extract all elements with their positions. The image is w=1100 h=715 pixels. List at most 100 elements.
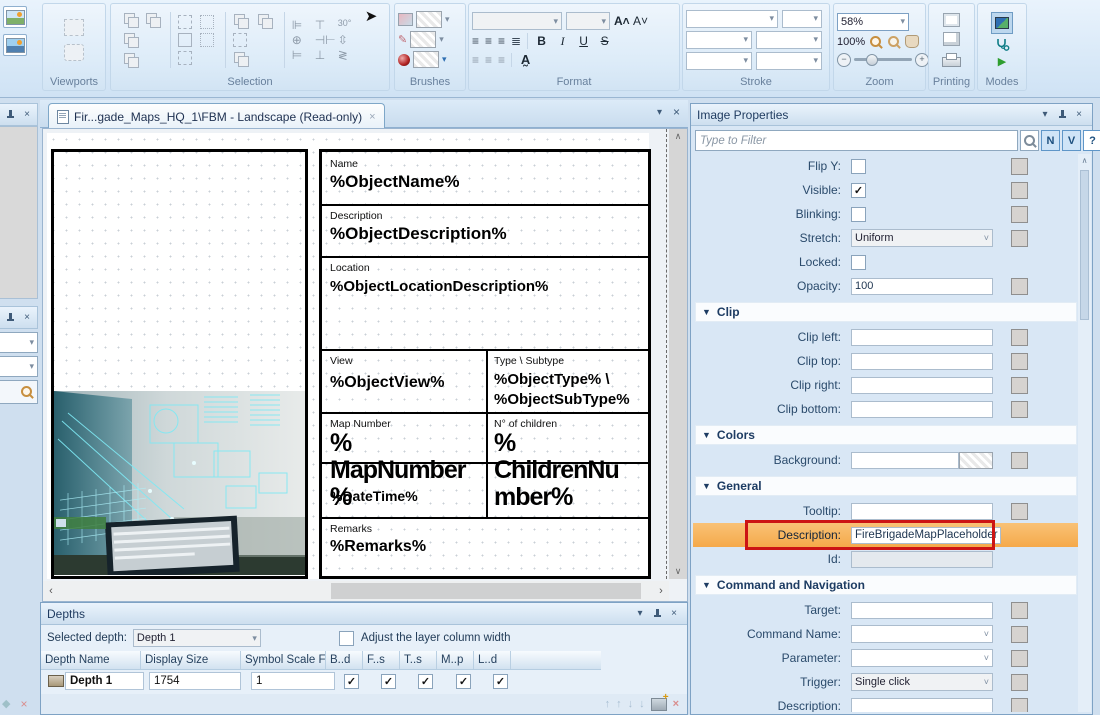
zoom-out-button[interactable]: − (837, 53, 851, 67)
tab-close-icon[interactable]: × (369, 111, 375, 123)
depth-check-1[interactable] (344, 674, 359, 689)
distribute-h-icon[interactable]: ≷ (338, 49, 358, 61)
move-top-icon[interactable]: ↑ (605, 698, 611, 710)
flip-y-checkbox[interactable] (851, 159, 866, 174)
trigger-select[interactable]: Single click˅ (851, 673, 993, 691)
select-touching-icon[interactable] (200, 15, 214, 29)
col-l-d[interactable]: L..d (474, 651, 511, 669)
insert-photo-button[interactable] (3, 34, 27, 56)
stretch-select[interactable]: Uniform˅ (851, 229, 993, 247)
target-detail-button[interactable] (1011, 602, 1028, 619)
filter-v-button[interactable]: V (1062, 130, 1081, 151)
depth-check-5[interactable] (493, 674, 508, 689)
align-center-icon[interactable]: ⊕ (292, 34, 312, 46)
properties-scrollbar[interactable]: ∧ (1078, 154, 1091, 712)
col-m-p[interactable]: M..p (437, 651, 474, 669)
left-panel-1-close-button[interactable]: × (20, 108, 34, 122)
cmd-description-detail-button[interactable] (1011, 698, 1028, 713)
stretch-detail-button[interactable] (1011, 230, 1028, 247)
regroup-icon[interactable] (233, 33, 247, 47)
col-t-s[interactable]: T..s (400, 651, 437, 669)
stroke-brush-swatch[interactable] (410, 31, 436, 48)
print-icon[interactable] (942, 57, 961, 67)
depths-close-button[interactable]: × (667, 607, 681, 621)
drawing-canvas[interactable]: Name %ObjectName% Description %ObjectDes… (42, 128, 688, 602)
horizontal-scroll-thumb[interactable] (331, 583, 641, 599)
blinking-checkbox[interactable] (851, 207, 866, 222)
adjust-column-width-checkbox[interactable] (339, 631, 354, 646)
align-middle-icon[interactable]: ⊣⊢ (315, 34, 335, 46)
flip-y-detail-button[interactable] (1011, 158, 1028, 175)
clip-bottom-input[interactable] (851, 401, 993, 418)
insert-image-button[interactable] (3, 6, 27, 28)
ungroup-icon[interactable] (257, 13, 273, 29)
font-size-select[interactable]: ▾ (566, 12, 610, 30)
distribute-v-icon[interactable]: ⇳ (338, 34, 358, 46)
document-close-button[interactable]: × (673, 105, 680, 119)
depths-pin-button[interactable] (650, 607, 664, 621)
left-panel-2-combo-2[interactable]: ▾ (0, 356, 38, 377)
col-symbol-scale-factor[interactable]: Symbol Scale Factor (241, 651, 326, 669)
clip-top-input[interactable] (851, 353, 993, 370)
print-preview-icon[interactable] (943, 32, 960, 46)
left-panel-2-close-button[interactable]: × (20, 311, 34, 325)
gradient-brush-dropdown-icon[interactable]: ▾ (442, 54, 447, 65)
pointer-select-icon[interactable]: ➤ (365, 7, 378, 25)
scroll-right-icon[interactable]: › (653, 585, 669, 597)
stroke-brush-icon[interactable]: ✎ (398, 33, 407, 46)
invert-selection-icon[interactable] (178, 51, 192, 65)
cmd-description-input[interactable] (851, 698, 993, 713)
align-text-right-icon[interactable]: ≡ (498, 35, 505, 47)
tooltip-detail-button[interactable] (1011, 503, 1028, 520)
stroke-brush-dropdown-icon[interactable]: ▾ (439, 34, 444, 45)
stroke-join-select[interactable]: ▾ (756, 31, 822, 49)
align-right-icon[interactable]: ⊨ (292, 49, 312, 61)
align-left-icon[interactable]: ⊫ (292, 19, 312, 31)
edit-mode-button[interactable] (991, 12, 1013, 34)
target-input[interactable] (851, 602, 993, 619)
zoom-in-button[interactable]: + (915, 53, 929, 67)
viewport-add-icon[interactable] (64, 19, 84, 36)
description-input[interactable]: FireBrigadeMapPlaceholder (851, 527, 1001, 544)
add-depth-icon[interactable] (651, 698, 667, 711)
vertical-align-top-icon[interactable]: ≡ (472, 54, 479, 66)
locked-checkbox[interactable] (851, 255, 866, 270)
rotate-30-icon[interactable]: 30° (338, 19, 358, 31)
move-down-icon[interactable]: ↓ (628, 698, 634, 710)
font-family-select[interactable]: ▾ (472, 12, 562, 30)
depth-display-size-cell[interactable]: 1754 (149, 672, 241, 690)
depths-menu-icon[interactable]: ▾ (633, 607, 647, 621)
blinking-detail-button[interactable] (1011, 206, 1028, 223)
flatten-icon[interactable] (233, 51, 249, 67)
left-panel-2-pin-button[interactable] (3, 311, 17, 325)
gradient-brush-swatch[interactable] (413, 51, 439, 68)
parameter-detail-button[interactable] (1011, 650, 1028, 667)
visible-detail-button[interactable] (1011, 182, 1028, 199)
canvas-vertical-scrollbar[interactable]: ∧ ∨ (669, 129, 687, 579)
document-tab[interactable]: Fir...gade_Maps_HQ_1\FBM - Landscape (Re… (48, 103, 385, 129)
tab-list-dropdown-icon[interactable]: ▾ (657, 107, 662, 118)
left-panel-1-pin-button[interactable] (3, 108, 17, 122)
section-command-navigation[interactable]: ▼Command and Navigation (695, 575, 1077, 595)
bring-to-front-icon[interactable] (123, 32, 139, 48)
dock-close-icon[interactable]: × (20, 697, 27, 711)
bring-forward-icon[interactable] (123, 12, 139, 28)
col-b-d[interactable]: B..d (326, 651, 363, 669)
clip-bottom-detail-button[interactable] (1011, 401, 1028, 418)
section-clip[interactable]: ▼Clip (695, 302, 1077, 322)
stroke-width-select[interactable]: ▾ (686, 31, 752, 49)
align-text-left-icon[interactable]: ≡ (472, 35, 479, 47)
fill-brush-swatch[interactable] (416, 11, 442, 28)
clip-left-detail-button[interactable] (1011, 329, 1028, 346)
properties-menu-icon[interactable]: ▾ (1038, 108, 1052, 122)
section-general[interactable]: ▼General (695, 476, 1077, 496)
depth-symbol-scale-cell[interactable]: 1 (251, 672, 335, 690)
parameter-select[interactable]: ˅ (851, 649, 993, 667)
scroll-left-icon[interactable]: ‹ (43, 585, 59, 597)
scroll-down-icon[interactable]: ∨ (669, 566, 687, 577)
background-color-swatch[interactable] (959, 452, 993, 469)
vertical-align-middle-icon[interactable]: ≡ (485, 54, 492, 66)
trigger-detail-button[interactable] (1011, 674, 1028, 691)
depth-check-2[interactable] (381, 674, 396, 689)
opacity-detail-button[interactable] (1011, 278, 1028, 295)
